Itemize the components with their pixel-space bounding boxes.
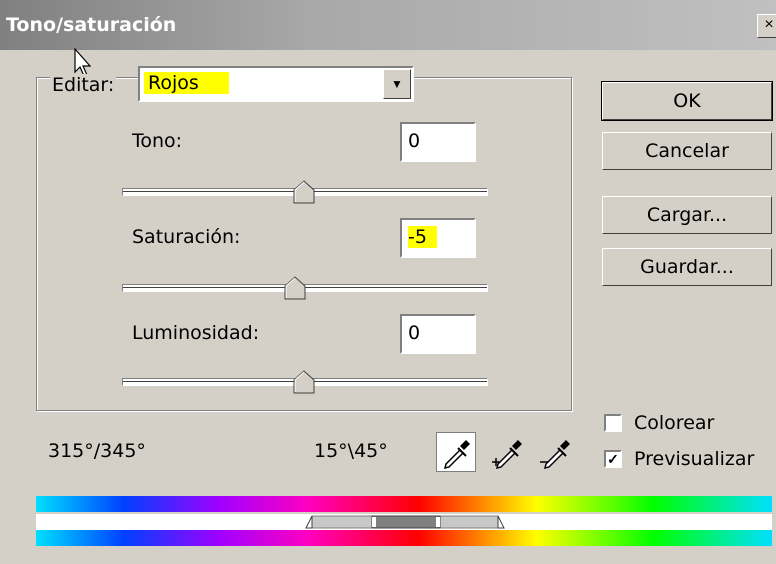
luminosidad-value: 0 bbox=[408, 322, 421, 344]
luminosidad-input[interactable]: 0 bbox=[400, 314, 476, 354]
save-button[interactable]: Guardar... bbox=[602, 248, 772, 286]
ok-button[interactable]: OK bbox=[601, 81, 773, 121]
cancel-button[interactable]: Cancelar bbox=[602, 132, 772, 170]
color-spectrum-top bbox=[36, 496, 772, 512]
tono-input[interactable]: 0 bbox=[400, 122, 476, 162]
eyedropper-icon[interactable] bbox=[436, 432, 476, 472]
left-range-readout: 315°/345° bbox=[48, 440, 146, 462]
close-icon: × bbox=[764, 16, 774, 33]
window-title: Tono/saturación bbox=[6, 14, 177, 36]
editar-selected-value: Rojos bbox=[144, 72, 229, 94]
luminosidad-label: Luminosidad: bbox=[132, 322, 260, 344]
saturacion-label: Saturación: bbox=[132, 226, 241, 248]
range-adjust-bar[interactable] bbox=[36, 514, 772, 530]
preview-checkbox[interactable]: ✓ bbox=[604, 450, 622, 468]
right-range-readout: 15°\45° bbox=[314, 440, 388, 462]
eyedropper-plus-icon[interactable] bbox=[488, 432, 528, 472]
close-button[interactable]: × bbox=[757, 14, 776, 38]
saturacion-value: -5 bbox=[408, 226, 437, 248]
colorize-label: Colorear bbox=[634, 412, 715, 434]
tono-label: Tono: bbox=[132, 130, 183, 152]
editar-dropdown[interactable]: Rojos ▼ bbox=[138, 66, 414, 102]
color-spectrum-bottom bbox=[36, 530, 772, 546]
chevron-down-icon[interactable]: ▼ bbox=[383, 69, 411, 99]
tono-value: 0 bbox=[408, 130, 421, 152]
editar-label: Editar: bbox=[50, 74, 117, 96]
luminosidad-slider-thumb[interactable] bbox=[293, 370, 315, 394]
colorize-checkbox[interactable] bbox=[604, 414, 622, 432]
eyedropper-minus-icon[interactable] bbox=[536, 432, 576, 472]
edit-group-box bbox=[36, 77, 572, 411]
preview-label: Previsualizar bbox=[634, 448, 755, 470]
title-bar[interactable]: Tono/saturación × bbox=[0, 0, 776, 50]
range-markers[interactable] bbox=[36, 514, 772, 530]
saturacion-slider-thumb[interactable] bbox=[284, 276, 306, 300]
hue-saturation-dialog: Tono/saturación × Editar: Rojos ▼ Tono: … bbox=[0, 0, 776, 564]
tono-slider-thumb[interactable] bbox=[293, 180, 315, 204]
load-button[interactable]: Cargar... bbox=[602, 196, 772, 234]
saturacion-input[interactable]: -5 bbox=[400, 218, 476, 258]
